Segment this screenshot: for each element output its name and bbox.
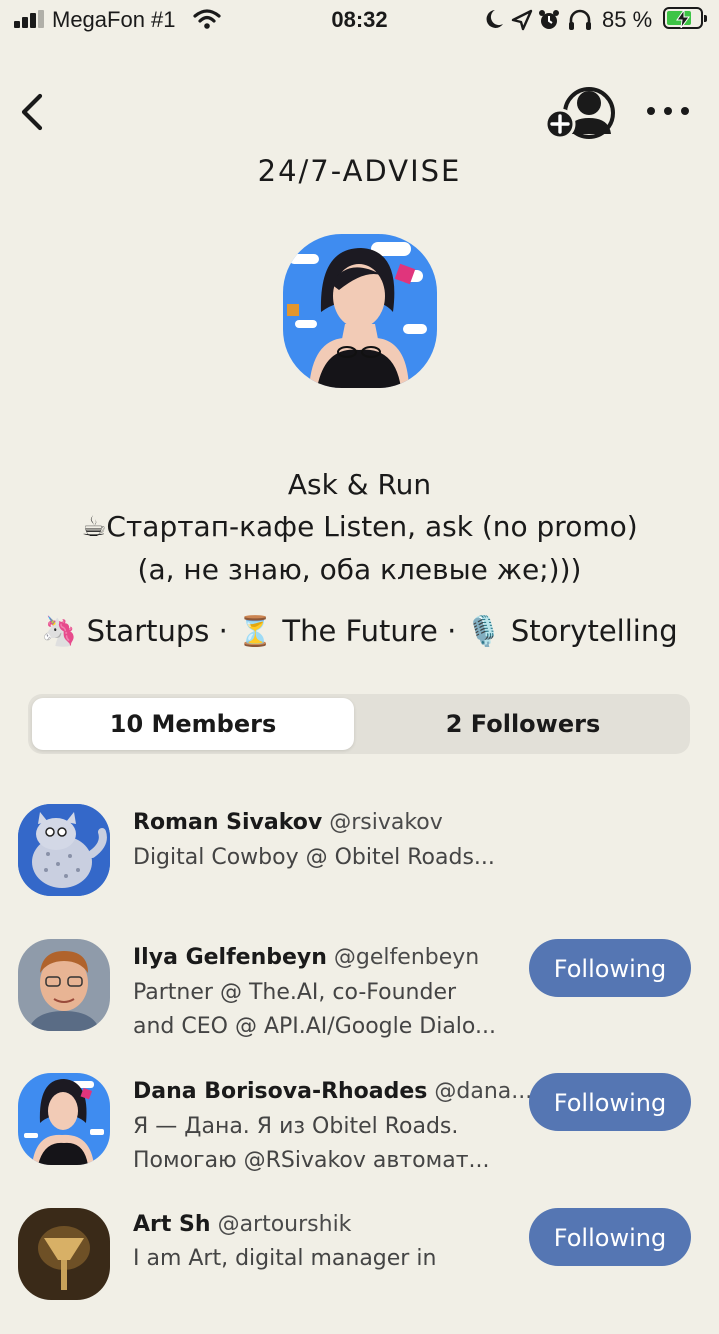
- member-handle: @artourshik: [217, 1212, 352, 1237]
- status-icons: [486, 9, 591, 31]
- tab-members[interactable]: 10 Members: [32, 698, 354, 750]
- member-bio: Помогаю @RSivakov автомат...: [133, 1148, 490, 1173]
- location-arrow-icon: [511, 9, 533, 31]
- member-name-line: Dana Borisova-Rhoades @dana...: [133, 1079, 532, 1104]
- following-button[interactable]: Following: [529, 939, 691, 997]
- member-name: Roman Sivakov: [133, 810, 323, 835]
- member-bio: Partner @ The.AI, co-Founder: [133, 980, 457, 1005]
- alarm-icon: [539, 10, 559, 29]
- member-name: Dana Borisova-Rhoades: [133, 1079, 428, 1104]
- battery-percent: 85 %: [602, 7, 653, 32]
- member-bio: and CEO @ API.AI/Google Dialo...: [133, 1014, 496, 1039]
- member-bio: Я — Дана. Я из Obitel Roads.: [133, 1114, 459, 1139]
- member-name-line: Ilya Gelfenbeyn @gelfenbeyn: [133, 945, 479, 970]
- member-bio: I am Art, digital manager in: [133, 1246, 437, 1271]
- member-row[interactable]: Roman Sivakov @rsivakov Digital Cowboy @…: [0, 804, 719, 930]
- avatar[interactable]: [18, 939, 110, 1031]
- member-handle: @gelfenbeyn: [333, 945, 480, 970]
- club-avatar[interactable]: [283, 234, 437, 388]
- member-row[interactable]: Art Sh @artourshik I am Art, digital man…: [0, 1208, 719, 1334]
- following-button[interactable]: Following: [529, 1073, 691, 1131]
- club-description-line-2: ☕Стартап-кафе Listen, ask (no promo): [81, 510, 638, 543]
- member-handle: @rsivakov: [329, 810, 443, 835]
- avatar[interactable]: [18, 804, 110, 896]
- status-bar: MegaFon #1 08:32 85 %: [0, 0, 719, 42]
- member-handle: @dana...: [434, 1079, 533, 1104]
- club-description-line-3: (а, не знаю, оба клевые же;))): [137, 553, 582, 586]
- chevron-left-icon[interactable]: [14, 90, 54, 134]
- following-button[interactable]: Following: [529, 1208, 691, 1266]
- member-name: Art Sh: [133, 1212, 211, 1237]
- avatar[interactable]: [18, 1073, 110, 1165]
- tab-followers[interactable]: 2 Followers: [360, 698, 686, 750]
- club-topics[interactable]: 🦄 Startups · ⏳ The Future · 🎙️ Storytell…: [0, 614, 719, 649]
- members-followers-toggle: 10 Members 2 Followers: [28, 694, 690, 754]
- club-description-line-1: Ask & Run: [287, 468, 432, 501]
- member-bio: Digital Cowboy @ Obitel Roads...: [133, 845, 495, 870]
- add-user-icon[interactable]: [545, 86, 615, 140]
- member-name-line: Art Sh @artourshik: [133, 1212, 351, 1237]
- club-title: 24/7-ADVISE: [257, 154, 462, 188]
- avatar[interactable]: [18, 1208, 110, 1300]
- more-horizontal-icon[interactable]: [645, 96, 691, 126]
- member-row[interactable]: Ilya Gelfenbeyn @gelfenbeyn Partner @ Th…: [0, 939, 719, 1065]
- member-name-line: Roman Sivakov @rsivakov: [133, 810, 443, 835]
- member-name: Ilya Gelfenbeyn: [133, 945, 327, 970]
- battery-charging-icon: [663, 7, 707, 29]
- moon-icon: [486, 10, 503, 28]
- headphones-icon: [569, 9, 591, 30]
- member-row[interactable]: Dana Borisova-Rhoades @dana... Я — Дана.…: [0, 1073, 719, 1199]
